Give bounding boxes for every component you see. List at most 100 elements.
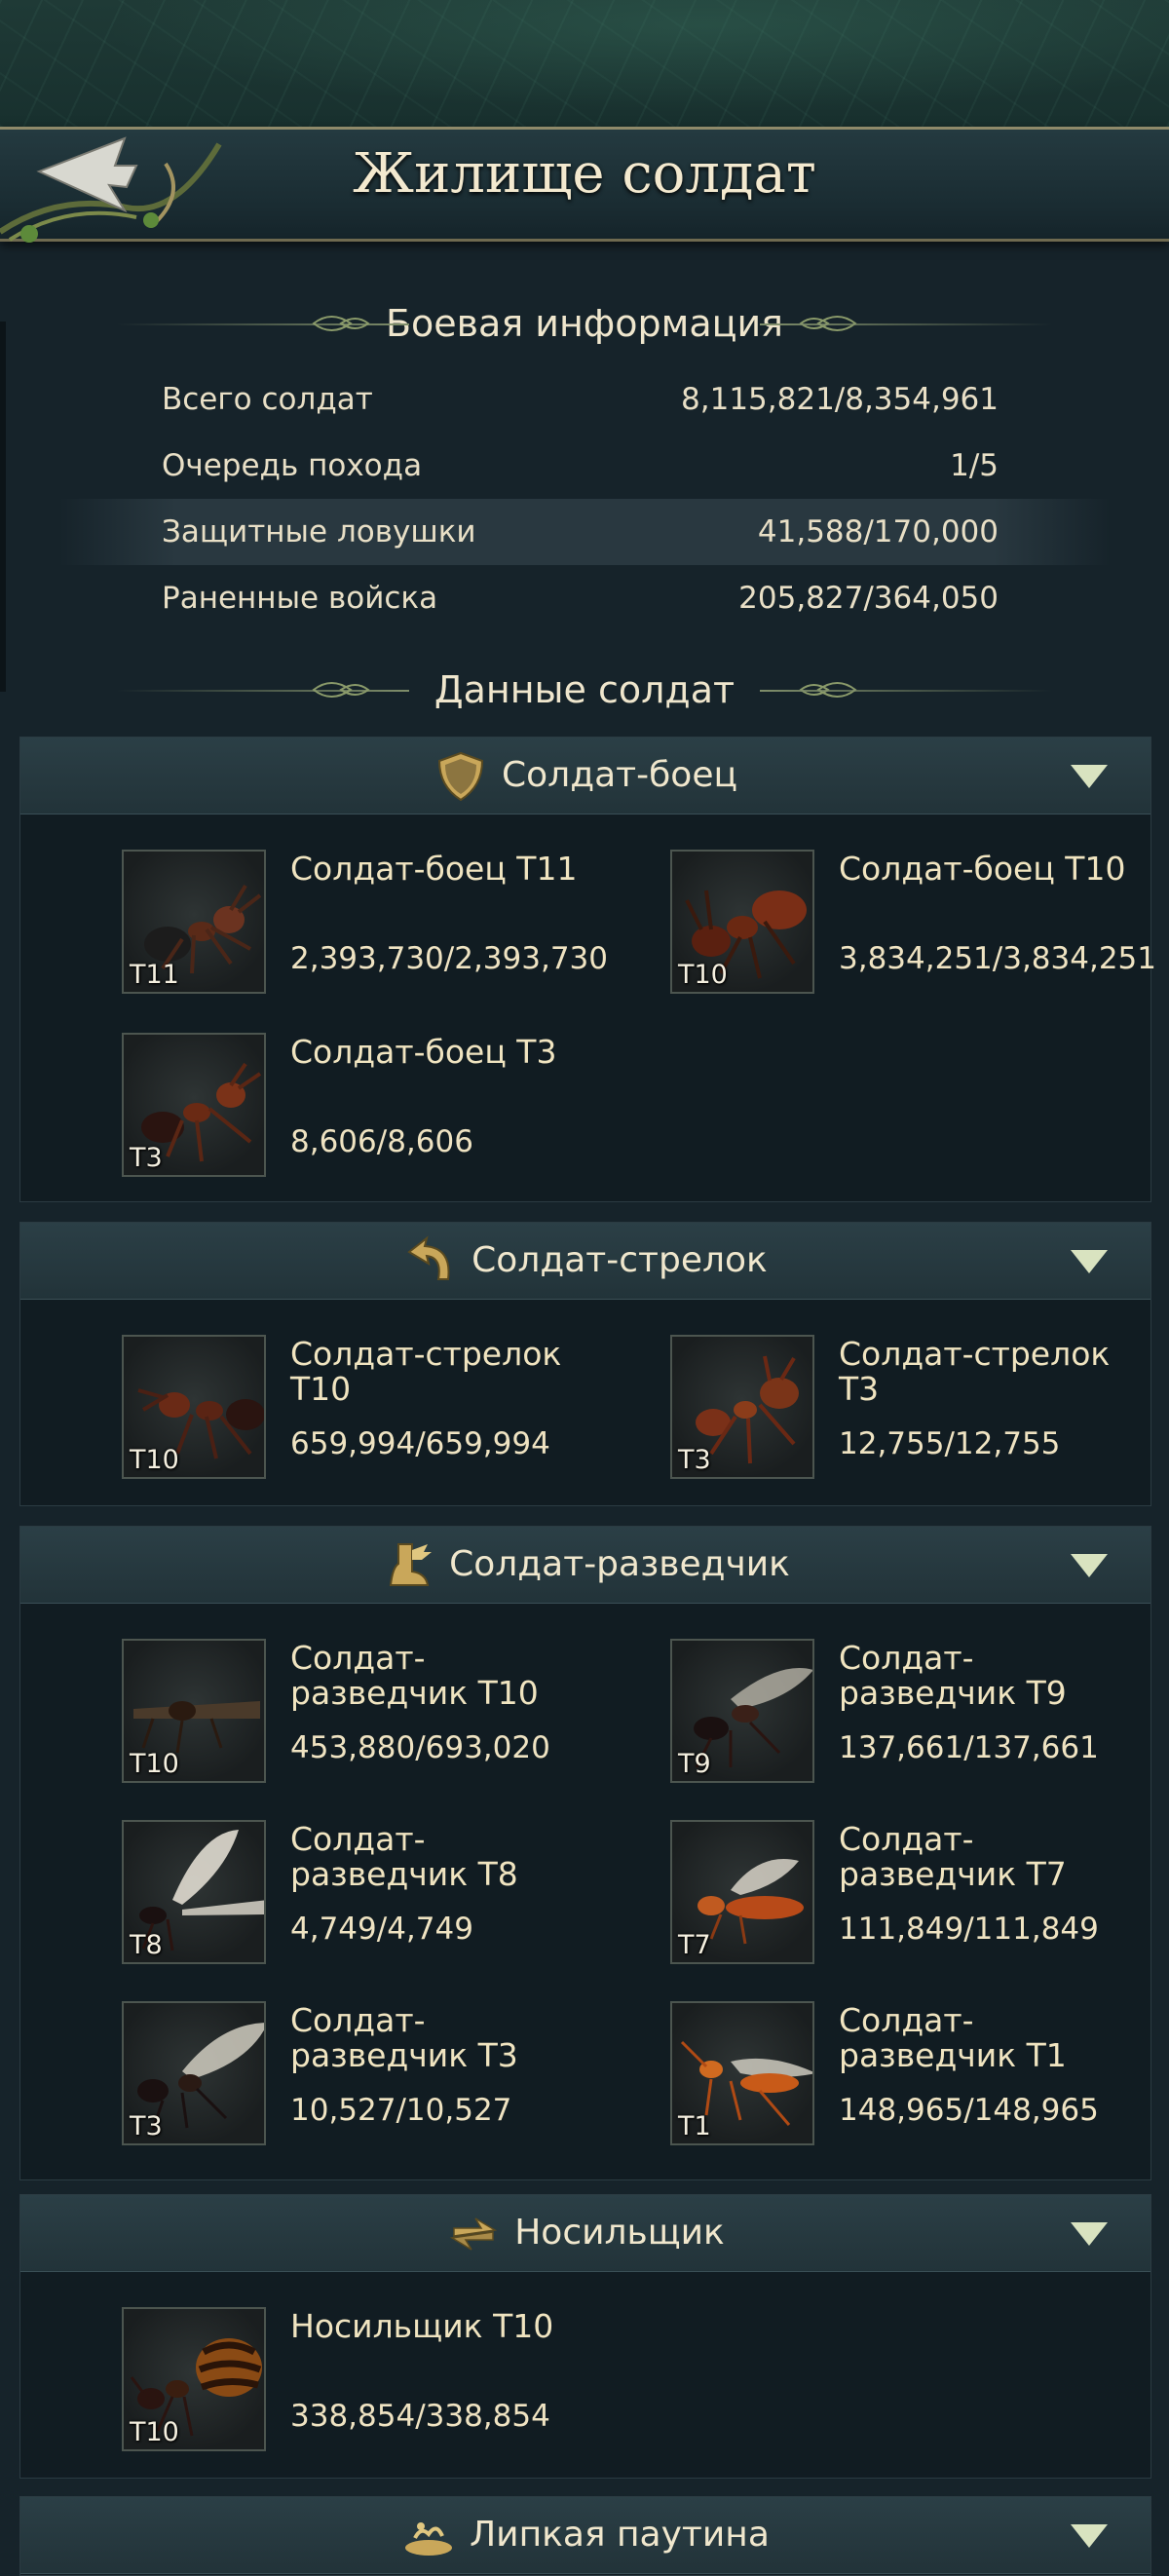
unit-count: 8,606/8,606 — [290, 1124, 473, 1159]
chevron-down-icon[interactable] — [1071, 2222, 1108, 2246]
transfer-arrows-icon — [450, 2217, 498, 2251]
category-name: Липкая паутина — [470, 2515, 770, 2555]
ant-portrait: T3 — [122, 1033, 266, 1177]
tier-label: T11 — [130, 960, 179, 990]
unit-count: 10,527/10,527 — [290, 2093, 512, 2128]
stat-defense-traps: Защитные ловушки 41,588/170,000 — [0, 499, 1169, 565]
unit-name: Солдат-разведчик T10 — [290, 1639, 539, 1712]
unit-count: 111,849/111,849 — [839, 1912, 1099, 1947]
tier-label: T3 — [130, 2111, 163, 2141]
unit-count: 148,965/148,965 — [839, 2093, 1099, 2128]
unit-name: Солдат-разведчик T8 — [290, 1820, 518, 1893]
stat-value: 8,115,821/8,354,961 — [681, 382, 999, 417]
battle-info-stats: Всего солдат 8,115,821/8,354,961 Очередь… — [0, 366, 1169, 631]
unit-card[interactable]: T10 Солдат-разведчик T10 453,880/693,020 — [19, 1633, 565, 1789]
unit-name: Солдат-разведчик T3 — [290, 2001, 518, 2074]
category-header-fighter[interactable]: Солдат-боец — [20, 738, 1150, 814]
unit-count: 338,854/338,854 — [290, 2399, 550, 2434]
category-sticky-web: Липкая паутина — [19, 2496, 1151, 2576]
unit-count: 137,661/137,661 — [839, 1730, 1099, 1765]
chevron-down-icon[interactable] — [1071, 2524, 1108, 2548]
ant-portrait: T1 — [670, 2001, 814, 2145]
chevron-down-icon[interactable] — [1071, 765, 1108, 788]
stat-total-soldiers: Всего солдат 8,115,821/8,354,961 — [0, 366, 1169, 433]
stat-value: 205,827/364,050 — [738, 581, 999, 616]
stat-wounded-troops: Раненные войска 205,827/364,050 — [0, 565, 1169, 631]
page-title: Жилище солдат — [353, 142, 816, 206]
shield-icon — [438, 751, 484, 802]
unit-card[interactable]: T3 Солдат-разведчик T3 10,527/10,527 — [19, 1995, 565, 2151]
winged-boot-icon — [389, 1543, 433, 1586]
unit-card[interactable]: T9 Солдат-разведчик T9 137,661/137,661 — [568, 1633, 1113, 1789]
unit-card[interactable]: T1 Солдат-разведчик T1 148,965/148,965 — [568, 1995, 1113, 2151]
tier-label: T10 — [130, 1749, 179, 1779]
stat-label: Раненные войска — [162, 581, 438, 616]
top-decorative-banner — [0, 0, 1169, 127]
unit-name: Солдат-разведчик T7 — [839, 1820, 1067, 1893]
category-name: Солдат-боец — [502, 755, 737, 795]
unit-card[interactable]: T10 Солдат-стрелок T10 659,994/659,994 — [19, 1329, 565, 1485]
category-name: Солдат-разведчик — [449, 1544, 790, 1584]
ant-portrait: T10 — [670, 850, 814, 994]
unit-card[interactable]: T10 Солдат-боец T10 3,834,251/3,834,251 — [568, 844, 1156, 1000]
unit-count: 453,880/693,020 — [290, 1730, 550, 1765]
ant-portrait: T8 — [122, 1820, 266, 1964]
ant-portrait: T9 — [670, 1639, 814, 1783]
ant-portrait: T3 — [670, 1335, 814, 1479]
unit-count: 12,755/12,755 — [839, 1426, 1061, 1461]
category-header-shooter[interactable]: Солдат-стрелок — [20, 1223, 1150, 1300]
tier-label: T10 — [130, 2417, 179, 2447]
unit-count: 2,393,730/2,393,730 — [290, 941, 608, 976]
unit-count: 4,749/4,749 — [290, 1912, 473, 1947]
stat-value: 1/5 — [950, 448, 999, 483]
unit-name: Солдат-боец T11 — [290, 850, 578, 888]
sticky-web-icon — [405, 2522, 453, 2556]
tier-label: T10 — [130, 1445, 179, 1475]
unit-name: Солдат-стрелок T10 — [290, 1335, 562, 1408]
curved-arrow-icon — [407, 1235, 450, 1280]
tier-label: T3 — [678, 1445, 711, 1475]
battle-info-heading: Боевая информация — [0, 294, 1169, 353]
section-title-soldier-data: Данные солдат — [434, 668, 735, 711]
section-title-battle-info: Боевая информация — [385, 302, 784, 345]
tier-label: T3 — [130, 1143, 163, 1173]
unit-card[interactable]: T8 Солдат-разведчик T8 4,749/4,749 — [19, 1814, 565, 1970]
unit-card[interactable]: T3 Солдат-стрелок T3 12,755/12,755 — [568, 1329, 1113, 1485]
soldier-data-heading: Данные солдат — [0, 661, 1169, 719]
leaf-ornament-icon — [312, 682, 370, 698]
ant-portrait: T10 — [122, 1639, 266, 1783]
category-name: Солдат-стрелок — [471, 1240, 768, 1280]
tier-label: T8 — [130, 1930, 163, 1960]
unit-card[interactable]: T3 Солдат-боец T3 8,606/8,606 — [19, 1027, 565, 1183]
unit-name: Носильщик T10 — [290, 2307, 554, 2345]
unit-count: 659,994/659,994 — [290, 1426, 550, 1461]
unit-name: Солдат-стрелок T3 — [839, 1335, 1111, 1408]
stat-label: Очередь похода — [162, 448, 423, 483]
tier-label: T10 — [678, 960, 728, 990]
divider-ornament — [760, 323, 1052, 325]
unit-card[interactable]: T7 Солдат-разведчик T7 111,849/111,849 — [568, 1814, 1113, 1970]
chevron-down-icon[interactable] — [1071, 1250, 1108, 1273]
unit-count: 3,834,251/3,834,251 — [839, 941, 1156, 976]
stat-value: 41,588/170,000 — [757, 514, 999, 549]
unit-name: Солдат-разведчик T9 — [839, 1639, 1067, 1712]
category-header-carrier[interactable]: Носильщик — [20, 2195, 1150, 2272]
ant-portrait: T10 — [122, 2307, 266, 2451]
unit-name: Солдат-боец T3 — [290, 1033, 557, 1071]
unit-card[interactable]: T10 Носильщик T10 338,854/338,854 — [19, 2301, 565, 2457]
tier-label: T9 — [678, 1749, 711, 1779]
unit-card[interactable]: T11 Солдат-боец T11 2,393,730/2,393,730 — [19, 844, 608, 1000]
chevron-down-icon[interactable] — [1071, 1554, 1108, 1577]
category-header-sticky-web[interactable]: Липкая паутина — [20, 2497, 1150, 2574]
unit-name: Солдат-разведчик T1 — [839, 2001, 1067, 2074]
leaf-ornament-icon — [312, 316, 370, 331]
stat-march-queue: Очередь похода 1/5 — [0, 433, 1169, 499]
stat-label: Защитные ловушки — [162, 514, 476, 549]
stat-label: Всего солдат — [162, 382, 373, 417]
unit-name: Солдат-боец T10 — [839, 850, 1126, 888]
tier-label: T7 — [678, 1930, 711, 1960]
divider-ornament — [760, 690, 1052, 692]
ant-portrait: T7 — [670, 1820, 814, 1964]
category-header-scout[interactable]: Солдат-разведчик — [20, 1527, 1150, 1604]
category-name: Носильщик — [514, 2213, 725, 2253]
